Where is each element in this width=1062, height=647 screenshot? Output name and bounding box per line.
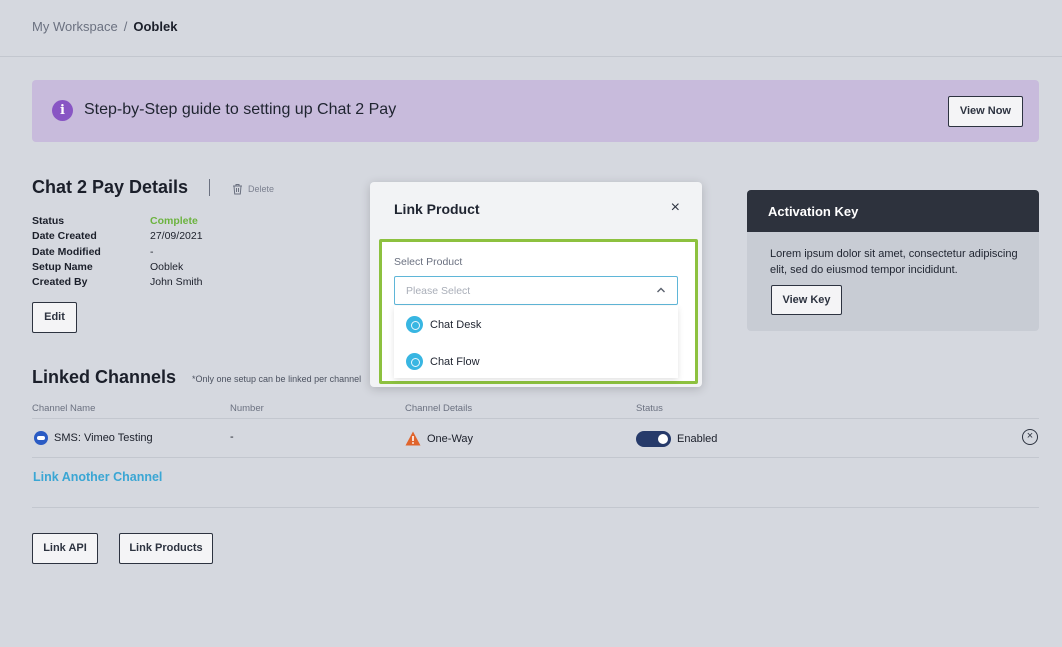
info-icon: i bbox=[52, 100, 73, 121]
status-cell: Enabled bbox=[636, 431, 717, 447]
delete-label: Delete bbox=[248, 184, 275, 194]
header-divider bbox=[0, 56, 1062, 57]
meta-value: 27/09/2021 bbox=[150, 230, 203, 243]
section-divider bbox=[32, 507, 1039, 508]
title-divider bbox=[209, 179, 210, 196]
meta-key: Date Created bbox=[32, 230, 97, 243]
linked-channels-title: Linked Channels bbox=[32, 367, 177, 387]
channel-name-cell: SMS: Vimeo Testing bbox=[34, 431, 153, 445]
status-toggle[interactable] bbox=[636, 431, 671, 447]
channel-details-cell: One-Way bbox=[405, 431, 473, 446]
edit-button[interactable]: Edit bbox=[32, 302, 77, 333]
status-label: Enabled bbox=[677, 433, 718, 445]
remove-channel-icon[interactable]: × bbox=[1022, 429, 1038, 445]
view-now-button[interactable]: View Now bbox=[947, 96, 1023, 127]
breadcrumb-root-link[interactable]: My Workspace bbox=[32, 19, 118, 34]
activation-key-card: Activation Key Lorem ipsum dolor sit ame… bbox=[747, 190, 1039, 331]
link-another-channel-link[interactable]: Link Another Channel bbox=[33, 470, 162, 484]
option-label: Chat Desk bbox=[430, 318, 482, 331]
delete-button[interactable]: Delete bbox=[232, 183, 274, 195]
option-label: Chat Flow bbox=[430, 355, 480, 368]
meta-key: Date Modified bbox=[32, 245, 101, 258]
meta-key: Setup Name bbox=[32, 260, 93, 273]
chat-desk-icon bbox=[406, 316, 423, 333]
guide-banner: i Step-by-Step guide to setting up Chat … bbox=[32, 80, 1039, 142]
meta-value: - bbox=[150, 245, 154, 258]
column-header: Channel Name bbox=[32, 403, 96, 414]
close-icon[interactable]: × bbox=[671, 200, 680, 216]
link-products-button[interactable]: Link Products bbox=[119, 533, 213, 564]
meta-key: Status bbox=[32, 215, 65, 227]
link-api-button[interactable]: Link API bbox=[32, 533, 98, 564]
view-key-button[interactable]: View Key bbox=[771, 285, 842, 315]
number-cell: - bbox=[230, 431, 234, 443]
modal-title: Link Product bbox=[394, 201, 480, 217]
breadcrumb-current: Ooblek bbox=[133, 19, 178, 34]
option-chat-desk[interactable]: Chat Desk bbox=[406, 316, 481, 333]
select-product-label: Select Product bbox=[394, 256, 463, 268]
meta-key: Created By bbox=[32, 276, 88, 289]
trash-icon bbox=[233, 184, 242, 195]
warning-icon bbox=[405, 431, 421, 446]
linked-channels-note: *Only one setup can be linked per channe… bbox=[192, 374, 362, 384]
table-row: SMS: Vimeo Testing - One-Way Enabled × bbox=[32, 426, 1039, 450]
activation-key-body: Lorem ipsum dolor sit amet, consectetur … bbox=[770, 248, 1018, 276]
chat-flow-icon bbox=[406, 353, 423, 370]
table-divider bbox=[32, 457, 1039, 458]
column-header: Number bbox=[230, 403, 264, 414]
page-title: Chat 2 Pay Details bbox=[32, 177, 189, 197]
breadcrumb: My Workspace / Ooblek bbox=[32, 19, 177, 34]
column-header: Status bbox=[636, 403, 663, 414]
channel-name: SMS: Vimeo Testing bbox=[54, 432, 153, 444]
option-chat-flow[interactable]: Chat Flow bbox=[406, 353, 480, 370]
select-product-dropdown[interactable]: Please Select bbox=[394, 276, 678, 305]
banner-text: Step-by-Step guide to setting up Chat 2 … bbox=[84, 101, 397, 118]
breadcrumb-separator: / bbox=[123, 19, 128, 34]
status-value: Complete bbox=[150, 215, 198, 227]
table-divider bbox=[32, 418, 1039, 419]
channel-details: One-Way bbox=[427, 432, 474, 445]
meta-value: Ooblek bbox=[150, 260, 184, 273]
product-options-list: Chat Desk Chat Flow bbox=[394, 306, 678, 378]
sms-icon bbox=[34, 431, 48, 445]
activation-key-title: Activation Key bbox=[747, 190, 1039, 232]
chevron-up-icon bbox=[657, 287, 665, 293]
meta-value: John Smith bbox=[150, 276, 203, 289]
column-header: Channel Details bbox=[405, 403, 473, 414]
select-placeholder: Please Select bbox=[406, 285, 471, 297]
